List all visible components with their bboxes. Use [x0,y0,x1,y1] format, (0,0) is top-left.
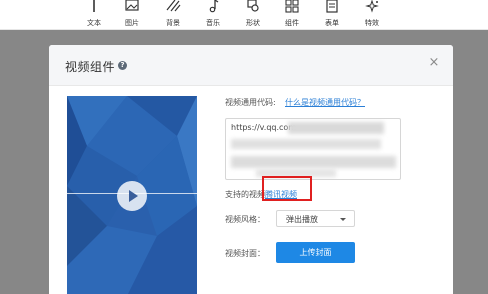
toolbar-item-text[interactable]: 文本 [74,0,114,30]
toolbar-item-label: 组件 [285,19,299,27]
code-label: 视频通用代码: [225,98,276,107]
video-code-value: https://v.qq.com [231,123,297,132]
component-icon [272,0,312,16]
play-button[interactable] [117,181,147,211]
video-style-value: 弹出播放 [286,215,318,224]
dialog-header: 视频组件 ? × [49,45,453,86]
effects-icon [352,0,392,16]
toolbar-item-component[interactable]: 组件 [272,0,312,30]
top-toolbar: 文本 图片 背景 音乐 形状 组件 表单 特效 [0,0,488,30]
toolbar-item-music[interactable]: 音乐 [193,0,233,30]
close-icon[interactable]: × [427,56,441,70]
music-icon [193,0,233,16]
toolbar-item-label: 音乐 [206,19,220,27]
toolbar-item-label: 背景 [166,19,180,27]
style-label: 视频风格： [225,215,265,224]
dialog-title: 视频组件 [65,60,116,74]
toolbar-item-background[interactable]: 背景 [153,0,193,30]
video-preview [67,96,197,294]
cover-label: 视频封面： [225,249,265,258]
toolbar-item-shape[interactable]: 形状 [233,0,273,30]
play-icon [129,190,138,202]
shape-icon [233,0,273,16]
redacted-blur [231,156,396,168]
redacted-blur [288,122,384,134]
form-icon [312,0,352,16]
help-icon[interactable]: ? [118,61,127,70]
video-style-select[interactable]: 弹出播放 [276,210,355,227]
image-icon [112,0,152,16]
supported-label: 支持的视频 [225,190,265,199]
toolbar-item-image[interactable]: 图片 [112,0,152,30]
toolbar-item-label: 形状 [246,19,260,27]
code-help-link[interactable]: 什么是视频通用代码？ [285,97,365,108]
toolbar-item-effects[interactable]: 特效 [352,0,392,30]
upload-cover-button[interactable]: 上传封面 [276,242,355,263]
video-code-textarea[interactable]: https://v.qq.com [225,118,401,180]
video-component-dialog: 视频组件 ? × 视频通用代码: 什么是视频通用代码？ https://v.qq… [49,45,453,294]
toolbar-item-label: 表单 [325,19,339,27]
chevron-down-icon [340,218,346,221]
text-icon [74,0,114,16]
annotation-highlight-box [262,176,312,201]
toolbar-item-form[interactable]: 表单 [312,0,352,30]
toolbar-item-label: 文本 [87,19,101,27]
toolbar-item-label: 图片 [125,19,139,27]
background-icon [153,0,193,16]
redacted-blur [231,139,381,149]
toolbar-item-label: 特效 [365,19,379,27]
